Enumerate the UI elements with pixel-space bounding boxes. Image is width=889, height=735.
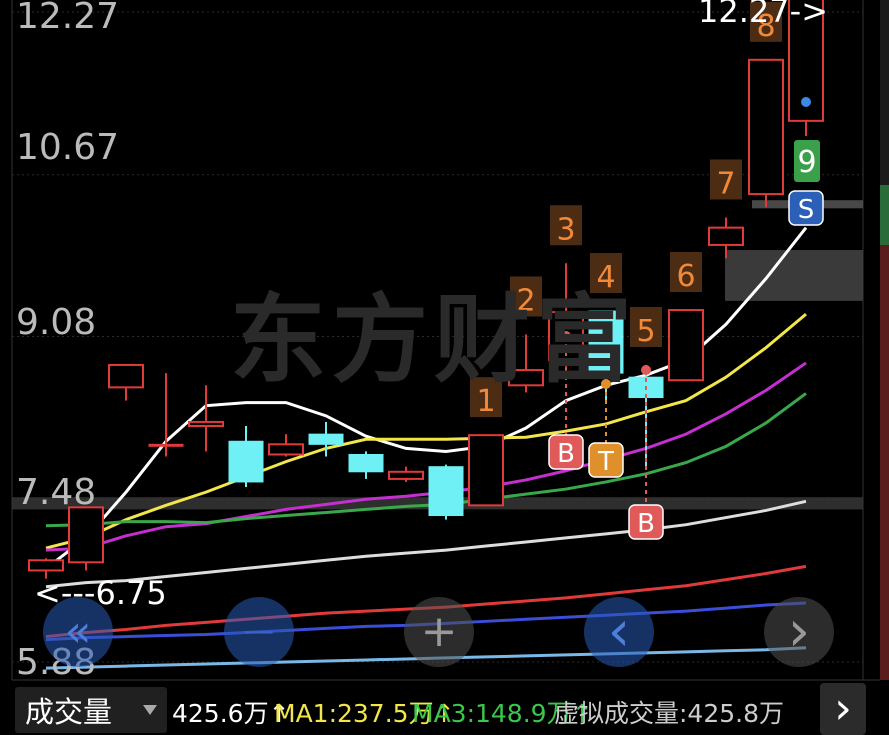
- candle-body: [108, 363, 144, 389]
- price-highlight-band: [725, 250, 863, 301]
- count-label: 7: [716, 166, 735, 201]
- candle-body: [428, 466, 464, 517]
- chevron-right-icon[interactable]: ›: [764, 597, 834, 667]
- price-axis-label: 9.08: [16, 302, 96, 343]
- minus-icon[interactable]: —: [224, 597, 294, 667]
- candle-body: [28, 559, 64, 572]
- volume-edge-red: [880, 245, 889, 680]
- candle-body: [148, 443, 184, 447]
- candle-body: [708, 226, 744, 246]
- signal-dot: [561, 330, 571, 341]
- candle-body: [588, 310, 624, 374]
- next-indicator-button[interactable]: ›: [820, 683, 866, 735]
- candle-body: [748, 58, 784, 196]
- candle-body: [188, 420, 224, 428]
- volume-edge-green: [880, 185, 889, 245]
- count-label: 4: [596, 260, 615, 295]
- candle-body: [388, 470, 424, 480]
- candle-body: [68, 506, 104, 564]
- price-axis-label: 12.27: [16, 0, 119, 37]
- count-label: 3: [556, 212, 575, 247]
- virtual-volume-value: 虚拟成交量:425.8万: [554, 699, 784, 728]
- candle-body: [468, 434, 504, 507]
- indicator-name: 成交量: [25, 695, 113, 729]
- candle-body: [508, 369, 544, 387]
- signal-label: S: [798, 195, 815, 225]
- count-label: 6: [676, 259, 695, 294]
- signal-label: B: [557, 439, 575, 469]
- max-price-marker: 12.27->: [698, 0, 828, 30]
- double-chevron-left-icon[interactable]: «: [43, 597, 113, 667]
- signal-label: T: [597, 447, 614, 477]
- count-label: 5: [636, 314, 655, 349]
- candle-body: [348, 453, 384, 473]
- plus-icon[interactable]: +: [404, 597, 474, 667]
- signal-dot: [641, 365, 651, 375]
- indicator-selector[interactable]: 成交量: [15, 687, 167, 733]
- candle-body: [308, 433, 344, 445]
- price-axis-label: 7.48: [16, 472, 96, 513]
- count-9-label: 9: [797, 145, 816, 180]
- count-label: 2: [516, 283, 535, 318]
- dropdown-caret-icon: [143, 705, 157, 715]
- signal-dot: [801, 97, 811, 107]
- volume-edge-bar: [880, 0, 889, 185]
- count-label: 1: [476, 384, 495, 419]
- volume-value: 425.6万↑: [172, 699, 290, 728]
- candle-body: [668, 309, 704, 382]
- candle-body: [268, 443, 304, 456]
- chevron-left-icon[interactable]: ‹: [584, 597, 654, 667]
- signal-dot: [601, 379, 611, 389]
- chevron-right-icon: ›: [834, 683, 852, 734]
- price-axis-label: 10.67: [16, 127, 119, 168]
- candle-body: [228, 440, 264, 483]
- signal-label: B: [637, 509, 655, 539]
